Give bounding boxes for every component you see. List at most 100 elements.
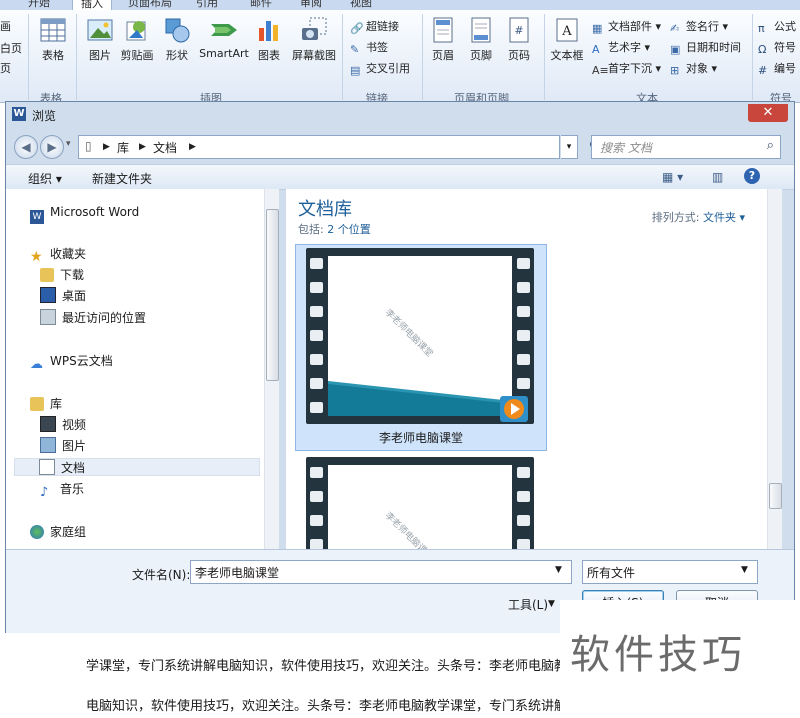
picture-button[interactable]: 图片 (84, 16, 116, 63)
file-item-2[interactable]: 李老师电脑课堂 (306, 457, 536, 549)
view-options-icon[interactable]: ▦ ▾ (662, 170, 683, 184)
hyperlink-button[interactable]: 🔗 超链接 (350, 18, 399, 35)
new-folder-button[interactable]: 新建文件夹 (92, 170, 152, 187)
clipart-button[interactable]: 剪贴画 (118, 16, 156, 63)
filename-input[interactable]: 李老师电脑课堂 ▼ (190, 560, 572, 584)
symbol-button[interactable]: Ω 符号 (758, 39, 796, 56)
nav-item-videos[interactable]: 视频 (40, 416, 86, 434)
ribbon-partial-1[interactable]: 画 (0, 18, 11, 34)
textbox-button[interactable]: A 文本框 (548, 16, 586, 63)
screenshot-button[interactable]: 屏幕截图 (290, 16, 338, 63)
wordart-label: 艺术字 (608, 41, 641, 54)
nav-item-homegroup[interactable]: 家庭组 (30, 523, 86, 541)
filetype-dropdown-icon[interactable]: ▼ (741, 565, 748, 575)
file-item[interactable]: 李老师电脑课堂 李老师电脑课堂 (295, 244, 547, 451)
wordart-button[interactable]: A 艺术字 ▾ (592, 39, 650, 56)
star-icon: ★ (30, 249, 43, 265)
bookmark-button[interactable]: ✎ 书签 (350, 39, 388, 56)
desktop-icon (40, 287, 56, 303)
preview-pane-icon[interactable]: ▥ (712, 170, 723, 184)
nav-label: 下载 (60, 268, 85, 282)
nav-item-pictures[interactable]: 图片 (40, 437, 86, 455)
tab-view[interactable]: 视图 (350, 0, 372, 10)
number-button[interactable]: # 编号 (758, 60, 796, 77)
address-dropdown[interactable]: ▾ (561, 135, 578, 159)
nav-label: 家庭组 (50, 525, 87, 539)
object-button[interactable]: ⊞ 对象 ▾ (670, 60, 717, 77)
tab-review[interactable]: 审阅 (300, 0, 322, 10)
ribbon: 画 白页 页 表格 表格 图片 剪贴画 形状 SmartArt 图表 屏幕截图 … (0, 10, 800, 105)
sort-control[interactable]: 排列方式: 文件夹 ▾ (652, 209, 745, 225)
nav-item-microsoft-word[interactable]: W Microsoft Word (30, 203, 139, 224)
content-scrollbar-thumb[interactable] (769, 483, 782, 509)
ribbon-partial-2[interactable]: 白页 (0, 40, 22, 56)
nav-scrollbar[interactable] (264, 189, 279, 549)
chart-button[interactable]: 图表 (254, 16, 284, 63)
tab-mailings[interactable]: 邮件 (250, 0, 272, 10)
nav-label: 收藏夹 (50, 247, 87, 261)
smartart-icon (211, 24, 237, 36)
tab-insert[interactable]: 插入 (72, 0, 112, 10)
search-box[interactable]: 搜索 文档 ⌕ (591, 135, 781, 159)
smartart-button[interactable]: SmartArt (198, 16, 250, 60)
recent-locations-dropdown[interactable]: ▾ (66, 139, 71, 149)
shapes-button[interactable]: 形状 (160, 16, 194, 63)
object-label: 对象 (686, 62, 708, 75)
address-bar[interactable]: ▯ ▶ 库 ▶ 文档 ▶ (78, 135, 560, 159)
nav-item-wps-cloud[interactable]: ☁ WPS云文档 (30, 352, 113, 372)
arrow-right-icon: ▶ (47, 140, 57, 154)
equation-button[interactable]: π 公式 (758, 18, 796, 35)
tools-dropdown-icon[interactable]: ▼ (548, 599, 555, 609)
filename-dropdown-icon[interactable]: ▼ (555, 565, 562, 575)
video-icon (40, 416, 56, 432)
help-icon[interactable]: ? (744, 168, 760, 184)
tab-page-layout[interactable]: 页面布局 (128, 0, 172, 10)
nav-item-desktop[interactable]: 桌面 (40, 287, 86, 305)
nav-item-documents[interactable]: 文档 (14, 458, 260, 476)
page-number-label: 页码 (508, 49, 530, 62)
filetype-value: 所有文件 (587, 566, 636, 580)
number-icon: # (758, 64, 768, 77)
page-number-button[interactable]: # 页码 (504, 16, 534, 63)
nav-scrollbar-thumb[interactable] (266, 209, 279, 381)
nav-label: 图片 (62, 439, 87, 453)
smartart-label: SmartArt (199, 47, 249, 60)
signature-button[interactable]: ✍ 签名行 ▾ (670, 18, 728, 35)
bookmark-label: 书签 (366, 41, 388, 54)
quickparts-icon: ▦ (592, 22, 603, 35)
library-includes: 包括: 2 个位置 (298, 221, 371, 237)
nav-item-libraries[interactable]: 库 (30, 395, 62, 413)
textbox-icon: A (556, 18, 578, 42)
breadcrumb-libraries[interactable]: 库 (117, 139, 129, 156)
filetype-select[interactable]: 所有文件 ▼ (582, 560, 758, 584)
table-button[interactable]: 表格 (36, 16, 70, 63)
signature-icon: ✍ (670, 22, 680, 35)
forward-button[interactable]: ▶ (40, 135, 64, 159)
nav-item-music[interactable]: ♪ 音乐 (40, 480, 84, 500)
header-button[interactable]: 页眉 (428, 16, 458, 63)
includes-link[interactable]: 2 个位置 (327, 223, 371, 236)
back-button[interactable]: ◀ (14, 135, 38, 159)
nav-item-downloads[interactable]: 下载 (40, 266, 84, 284)
ribbon-partial-3[interactable]: 页 (0, 60, 11, 76)
close-button[interactable]: ✕ (748, 104, 788, 122)
datetime-button[interactable]: ▣ 日期和时间 (670, 39, 741, 56)
tab-home[interactable]: 开始 (28, 0, 50, 10)
nav-item-recent[interactable]: 最近访问的位置 (40, 309, 146, 327)
organize-button[interactable]: 组织 ▾ (28, 170, 62, 187)
tools-button[interactable]: 工具(L) (508, 596, 548, 613)
svg-text:#: # (514, 24, 523, 37)
tab-references[interactable]: 引用 (196, 0, 218, 10)
breadcrumb-documents[interactable]: 文档 (153, 139, 177, 156)
breadcrumb-separator-icon: ▶ (189, 142, 196, 152)
dropcap-button[interactable]: A≡首字下沉 ▾ (592, 60, 661, 77)
signature-label: 签名行 (686, 20, 719, 33)
sort-dropdown[interactable]: 文件夹 ▾ (703, 211, 745, 224)
crossref-button[interactable]: ▤ 交叉引用 (350, 60, 410, 77)
quickparts-button[interactable]: ▦ 文档部件 ▾ (592, 18, 661, 35)
crossref-label: 交叉引用 (366, 62, 410, 75)
content-scrollbar[interactable] (767, 189, 782, 549)
footer-button[interactable]: 页脚 (466, 16, 496, 63)
nav-item-favorites[interactable]: ★ 收藏夹 (30, 245, 87, 265)
close-icon: ✕ (762, 105, 774, 120)
